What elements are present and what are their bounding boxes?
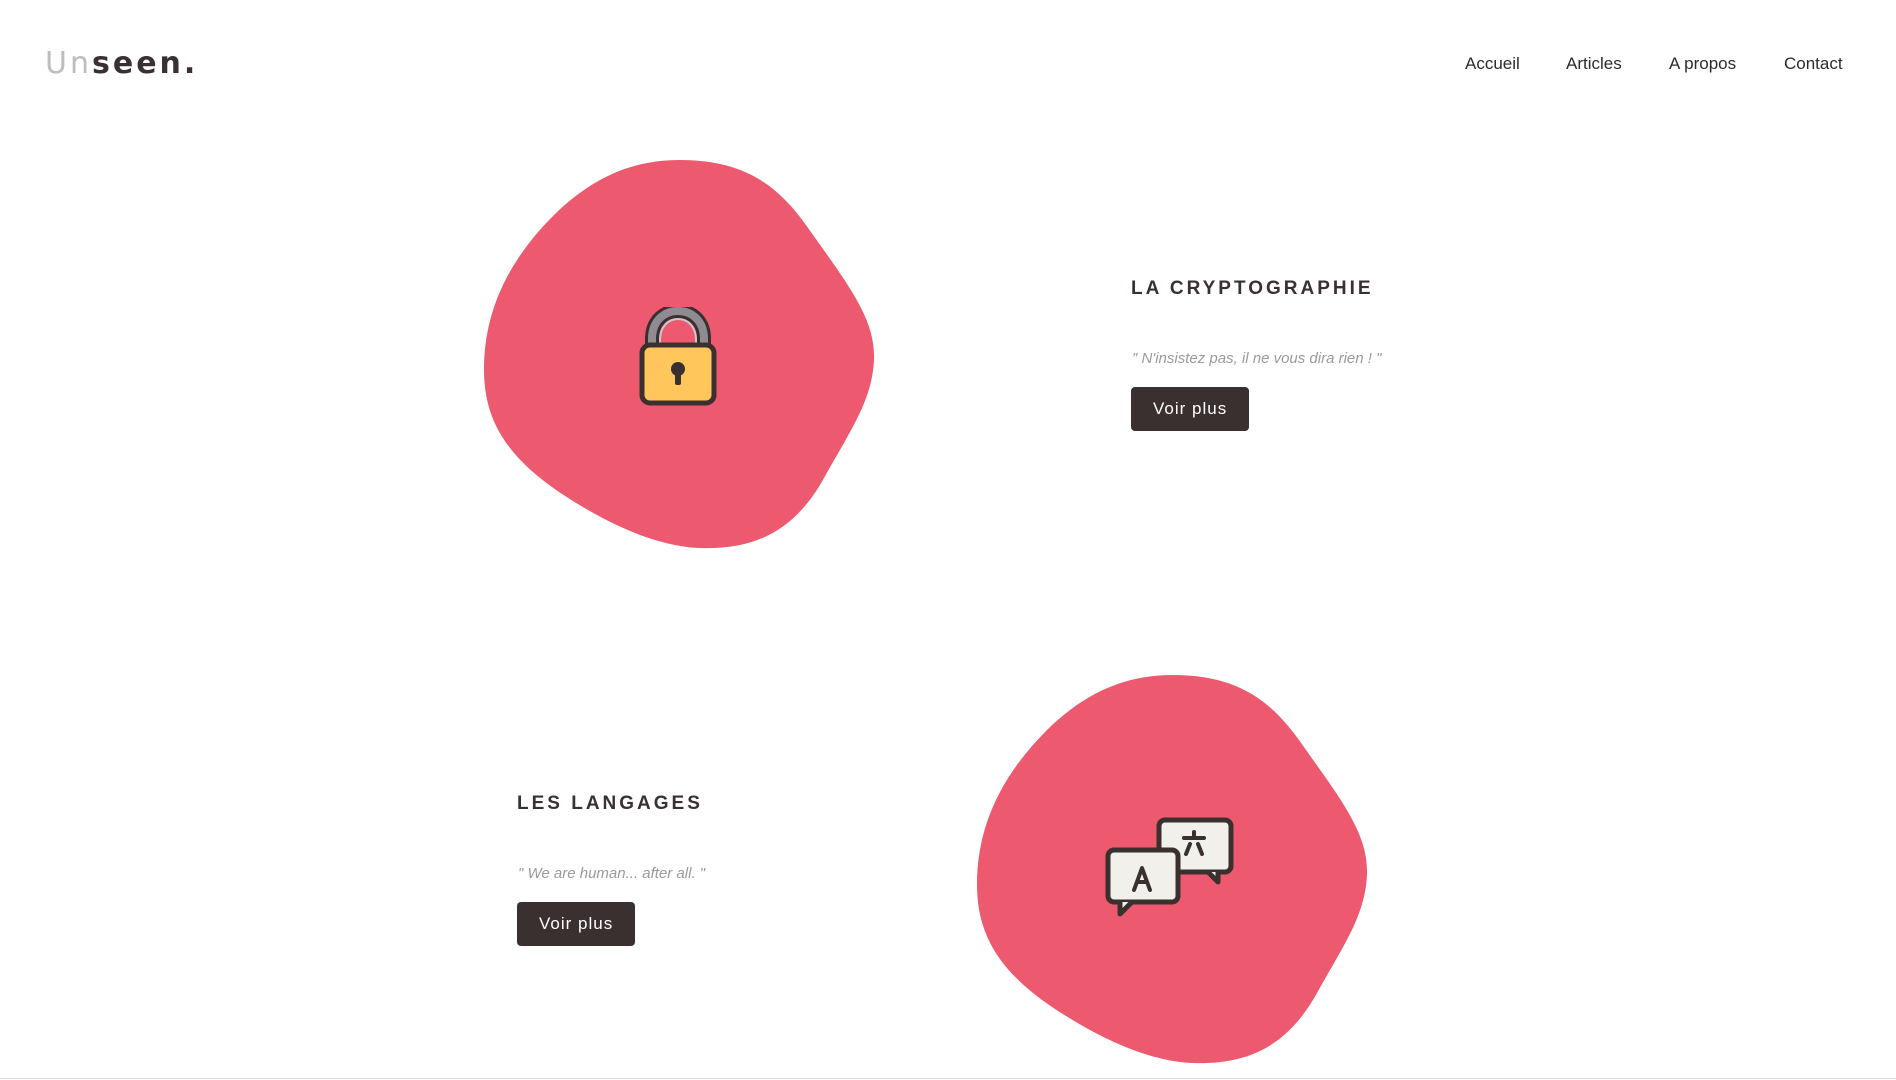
bottom-divider <box>0 1078 1896 1079</box>
section-title-langages: LES LANGAGES <box>517 793 703 814</box>
padlock-icon <box>638 303 718 412</box>
section-quote-langages: " We are human... after all. " <box>518 865 706 882</box>
nav-link-a-propos[interactable]: A propos <box>1669 52 1736 76</box>
nav-link-accueil[interactable]: Accueil <box>1465 52 1520 76</box>
page: Unseen. Accueil Articles A propos Contac… <box>0 0 1896 1080</box>
translate-chat-icon <box>1104 816 1236 925</box>
voir-plus-langages-button[interactable]: Voir plus <box>517 902 636 946</box>
main-nav: Accueil Articles A propos Contact <box>0 52 1896 76</box>
nav-link-contact[interactable]: Contact <box>1784 52 1843 76</box>
section-quote-cryptographie: " N'insistez pas, il ne vous dira rien !… <box>1132 350 1382 367</box>
nav-link-articles[interactable]: Articles <box>1566 52 1622 76</box>
section-title-cryptographie: LA CRYPTOGRAPHIE <box>1131 278 1374 299</box>
voir-plus-cryptographie-button[interactable]: Voir plus <box>1131 387 1250 431</box>
